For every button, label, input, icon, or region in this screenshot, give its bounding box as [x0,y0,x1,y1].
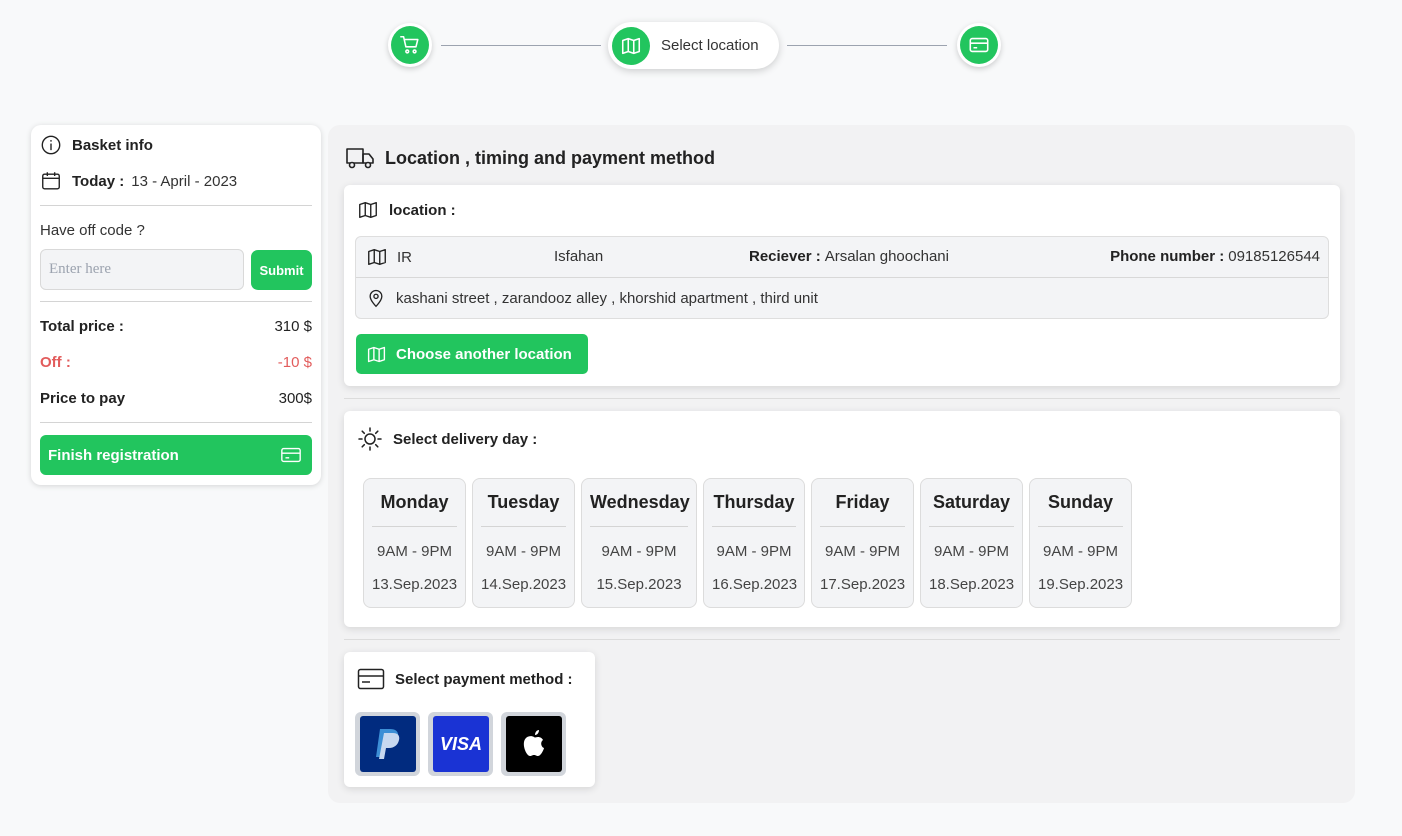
finish-registration-label: Finish registration [48,446,179,464]
paypal-icon [375,729,399,759]
day-option-friday[interactable]: Friday 9AM - 9PM 17.Sep.2023 [811,478,914,608]
day-name: Wednesday [590,479,690,527]
apple-pay-option[interactable] [501,712,566,776]
day-option-tuesday[interactable]: Tuesday 9AM - 9PM 14.Sep.2023 [472,478,575,608]
day-name: Friday [820,479,905,527]
paypal-option[interactable] [355,712,420,776]
total-price-value: 310 $ [274,317,312,335]
day-name: Sunday [1038,479,1123,527]
day-name: Saturday [929,479,1014,527]
price-to-pay-value: 300$ [278,389,312,407]
day-option-sunday[interactable]: Sunday 9AM - 9PM 19.Sep.2023 [1029,478,1132,608]
day-option-saturday[interactable]: Saturday 9AM - 9PM 18.Sep.2023 [920,478,1023,608]
today-label: Today : [72,172,125,190]
day-time: 9AM - 9PM [933,543,1009,560]
checkout-stepper: Select location [388,22,1002,69]
credit-card-icon [969,37,989,53]
step-connector [441,45,601,46]
day-date: 18.Sep.2023 [929,576,1015,593]
visa-icon: VISA [439,734,481,754]
day-time: 9AM - 9PM [485,543,561,560]
delivery-heading: Select delivery day : [393,430,538,448]
location-pin-icon [369,289,383,308]
finish-registration-button[interactable]: Finish registration [40,435,312,475]
address-country: IR [397,248,412,266]
off-row: Off : -10 $ [40,344,312,380]
truck-icon [346,148,374,169]
receiver-value: Arsalan ghoochani [824,248,949,265]
map-icon [621,37,641,54]
info-icon [41,135,61,155]
day-option-thursday[interactable]: Thursday 9AM - 9PM 16.Sep.2023 [703,478,805,608]
today-value: 13 - April - 2023 [131,172,238,190]
map-icon [368,248,386,266]
total-price-label: Total price : [40,317,124,335]
divider [40,205,312,206]
day-date: 19.Sep.2023 [1038,576,1124,593]
day-time: 9AM - 9PM [376,543,452,560]
off-code-question: Have off code ? [40,222,145,239]
day-time: 9AM - 9PM [1042,543,1118,560]
off-value: -10 $ [277,353,312,371]
phone-label: Phone number : [1110,248,1225,265]
choose-another-location-button[interactable]: Choose another location [356,334,588,374]
basket-title: Basket info [72,136,153,154]
day-time: 9AM - 9PM [824,543,900,560]
address-city: Isfahan [554,248,604,265]
payment-method-card: Select payment method : VISA [344,652,595,787]
location-card: location : IR Isfahan Reciever : Arsalan … [344,185,1340,386]
basket-card: Basket info Today : 13 - April - 2023 Ha… [31,125,321,485]
total-price-row: Total price : 310 $ [40,308,312,344]
apple-icon [523,730,544,756]
choose-location-label: Choose another location [396,345,572,363]
receiver-label: Reciever : [749,248,821,265]
location-heading: location : [389,201,456,219]
checkout-main-panel: Location , timing and payment method loc… [328,125,1355,803]
cart-icon [400,35,419,54]
credit-card-icon [281,447,301,463]
delivery-day-card: Select delivery day : Monday 9AM - 9PM 1… [344,411,1340,627]
day-time: 9AM - 9PM [716,543,792,560]
divider [40,301,312,302]
day-time: 9AM - 9PM [601,543,677,560]
delivery-day-list: Monday 9AM - 9PM 13.Sep.2023 Tuesday 9AM… [363,478,1138,608]
off-code-input[interactable] [40,249,244,290]
step-payment[interactable] [957,23,1001,67]
divider [40,422,312,423]
day-date: 13.Sep.2023 [372,576,458,593]
visa-option[interactable]: VISA [428,712,493,776]
map-icon [359,201,377,219]
day-date: 14.Sep.2023 [481,576,567,593]
address-box[interactable]: IR Isfahan Reciever : Arsalan ghoochani P… [355,236,1329,319]
day-option-wednesday[interactable]: Wednesday 9AM - 9PM 15.Sep.2023 [581,478,697,608]
svg-text:VISA: VISA [439,734,481,754]
off-label: Off : [40,353,71,371]
section-divider [344,639,1340,640]
sun-icon [358,427,382,451]
payment-heading: Select payment method : [395,670,573,688]
step-location[interactable]: Select location [608,22,779,69]
map-icon [367,346,386,362]
price-to-pay-row: Price to pay 300$ [40,380,312,416]
address-line: kashani street , zarandooz alley , khors… [396,289,818,307]
day-option-monday[interactable]: Monday 9AM - 9PM 13.Sep.2023 [363,478,466,608]
day-date: 17.Sep.2023 [820,576,906,593]
day-date: 15.Sep.2023 [596,576,682,593]
section-divider [344,398,1340,399]
step-cart[interactable] [388,23,432,67]
day-name: Monday [372,479,457,527]
main-title: Location , timing and payment method [385,147,716,168]
credit-card-icon [357,668,385,690]
submit-code-button[interactable]: Submit [251,250,312,290]
phone-value: 09185126544 [1228,248,1320,265]
calendar-icon [42,172,60,190]
price-to-pay-label: Price to pay [40,389,126,407]
day-name: Thursday [712,479,796,527]
step-connector [787,45,947,46]
day-name: Tuesday [481,479,566,527]
day-date: 16.Sep.2023 [712,576,798,593]
step-location-label: Select location [661,37,759,54]
